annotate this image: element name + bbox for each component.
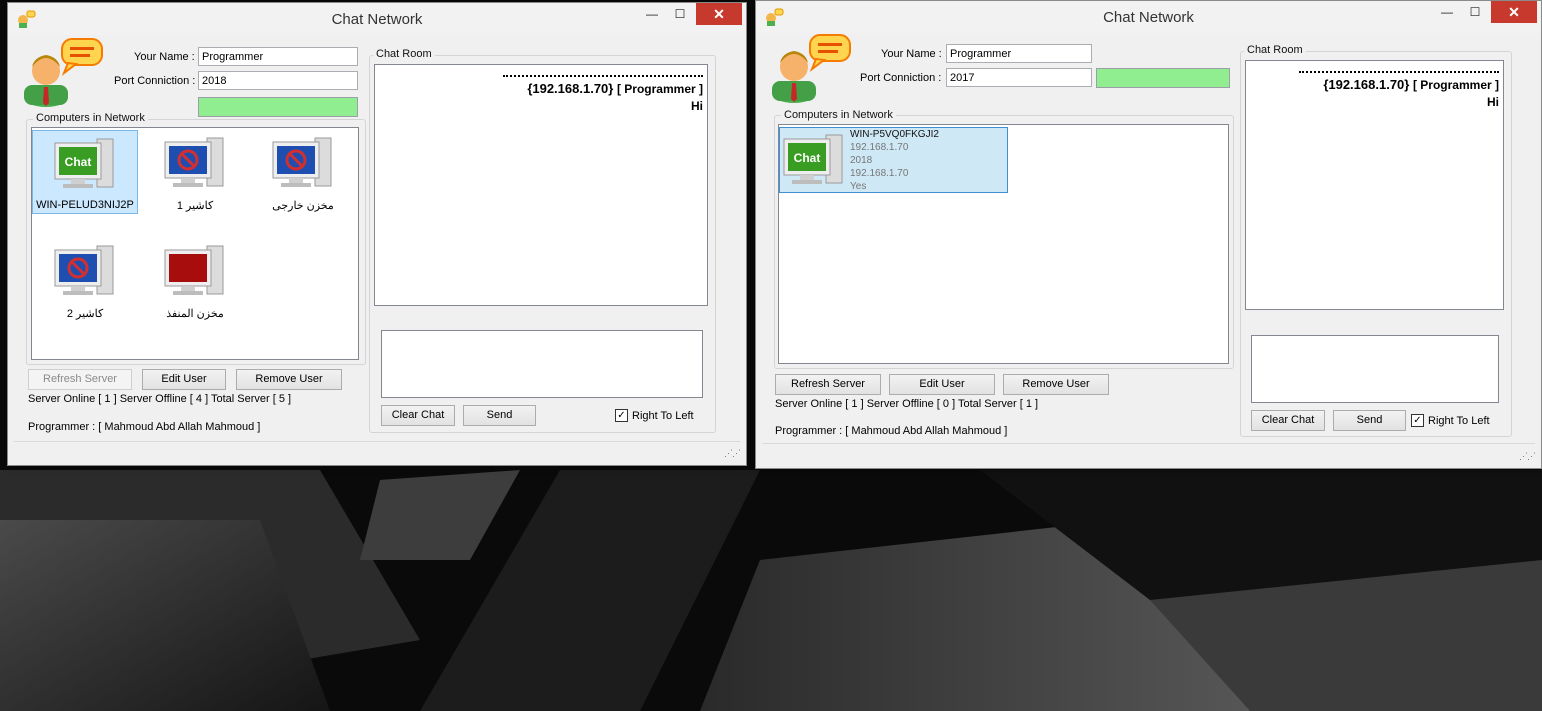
your-name-label: Your Name : xyxy=(881,48,942,60)
close-button[interactable]: ✕ xyxy=(696,3,742,25)
computers-list[interactable]: Chat WIN-PELUD3NIJ2P كاشير 1 مخزن خارجى … xyxy=(31,127,359,360)
window-title: Chat Network xyxy=(1103,9,1194,26)
resize-grip-icon[interactable]: ⋰⋰ xyxy=(1519,451,1536,462)
right-to-left-checkbox[interactable]: ✓ Right To Left xyxy=(615,409,694,422)
svg-text:Chat: Chat xyxy=(65,155,92,169)
chat-monitor-icon: Chat xyxy=(54,138,114,188)
port-input[interactable] xyxy=(946,68,1092,87)
chat-monitor-icon: Chat xyxy=(783,134,843,184)
title-bar[interactable]: Chat Network — ☐ ✕ xyxy=(8,3,746,35)
chat-room-label: Chat Room xyxy=(373,48,435,60)
port-input[interactable] xyxy=(198,71,358,90)
message-input[interactable] xyxy=(1251,335,1499,403)
remove-user-button[interactable]: Remove User xyxy=(236,369,342,390)
your-name-input[interactable] xyxy=(946,44,1092,63)
server-status-text: Server Online [ 1 ] Server Offline [ 0 ]… xyxy=(775,398,1039,410)
chat-sender-ip: {192.168.1.70} xyxy=(1323,77,1410,92)
checkbox-check-icon: ✓ xyxy=(615,409,628,422)
computer-item[interactable]: كاشير 1 xyxy=(142,130,248,214)
blocked-monitor-icon xyxy=(272,137,332,187)
blocked-monitor-icon xyxy=(164,137,224,187)
port-label: Port Conniction : xyxy=(114,75,196,87)
right-to-left-checkbox[interactable]: ✓ Right To Left xyxy=(1411,414,1490,427)
resize-grip-icon[interactable]: ⋰⋰ xyxy=(724,448,741,459)
send-button[interactable]: Send xyxy=(463,405,536,426)
chat-separator xyxy=(1299,71,1499,73)
computer-name: مخزن خارجى xyxy=(272,200,334,212)
computer-name: مخزن المنفذ xyxy=(166,308,224,320)
red-monitor-icon xyxy=(164,245,224,295)
message-input[interactable] xyxy=(381,330,703,398)
chat-separator xyxy=(503,75,703,77)
right-chat-window: Chat Network — ☐ ✕ Your Name : Port Conn… xyxy=(755,0,1542,469)
right-to-left-label: Right To Left xyxy=(632,409,694,422)
computer-details: WIN-P5VQ0FKGJI2 192.168.1.70 2018 192.16… xyxy=(850,128,939,193)
title-bar[interactable]: Chat Network — ☐ ✕ xyxy=(756,1,1541,33)
chat-history[interactable]: {192.168.1.70} [ Programmer ] Hi xyxy=(1245,60,1504,310)
chat-header: {192.168.1.70} [ Programmer ] xyxy=(503,81,703,96)
chat-sender-name: [ Programmer ] xyxy=(1412,78,1499,92)
connection-status-bar xyxy=(1096,68,1230,88)
computer-item[interactable]: Chat WIN-PELUD3NIJ2P xyxy=(32,130,138,214)
right-to-left-label: Right To Left xyxy=(1428,414,1490,427)
programmer-credit: Programmer : [ Mahmoud Abd Allah Mahmoud… xyxy=(775,425,1008,437)
user-avatar-icon xyxy=(772,34,851,103)
send-button[interactable]: Send xyxy=(1333,410,1406,431)
left-chat-window: Chat Network — ☐ ✕ Your Name : Port Conn… xyxy=(7,2,747,466)
computer-item[interactable]: مخزن خارجى xyxy=(250,130,356,214)
computer-tile[interactable]: Chat WIN-P5VQ0FKGJI2 192.168.1.70 2018 1… xyxy=(779,127,1008,193)
computer-name: كاشير 2 xyxy=(66,308,104,320)
chat-entry: {192.168.1.70} [ Programmer ] Hi xyxy=(1299,61,1499,109)
computer-name: كاشير 1 xyxy=(176,200,214,212)
connection-status-bar xyxy=(198,97,358,117)
chat-room-label: Chat Room xyxy=(1244,44,1306,56)
chat-history[interactable]: {192.168.1.70} [ Programmer ] Hi xyxy=(374,64,708,306)
server-status-text: Server Online [ 1 ] Server Offline [ 4 ]… xyxy=(28,393,292,405)
computer-item[interactable]: كاشير 2 xyxy=(32,238,138,322)
your-name-input[interactable] xyxy=(198,47,358,66)
user-avatar-icon xyxy=(24,38,103,107)
edit-user-button[interactable]: Edit User xyxy=(142,369,226,390)
refresh-server-button[interactable]: Refresh Server xyxy=(28,369,132,390)
clear-chat-button[interactable]: Clear Chat xyxy=(381,405,455,426)
computers-group-label: Computers in Network xyxy=(33,112,148,124)
programmer-credit: Programmer : [ Mahmoud Abd Allah Mahmoud… xyxy=(28,421,261,433)
blocked-monitor-icon xyxy=(54,245,114,295)
status-strip-divider xyxy=(14,441,740,442)
refresh-server-button[interactable]: Refresh Server xyxy=(775,374,881,395)
close-button[interactable]: ✕ xyxy=(1491,1,1537,23)
computer-item[interactable]: مخزن المنفذ xyxy=(142,238,248,322)
computer-online: Yes xyxy=(850,181,867,192)
minimize-button[interactable]: — xyxy=(638,3,666,25)
chat-sender-name: [ Programmer ] xyxy=(616,82,703,96)
clear-chat-button[interactable]: Clear Chat xyxy=(1251,410,1325,431)
maximize-button[interactable]: ☐ xyxy=(1461,1,1489,23)
computers-group-label: Computers in Network xyxy=(781,109,896,121)
remove-user-button[interactable]: Remove User xyxy=(1003,374,1109,395)
computer-ip: 192.168.1.70 xyxy=(850,142,909,153)
window-title: Chat Network xyxy=(331,11,423,28)
chat-entry: {192.168.1.70} [ Programmer ] Hi xyxy=(503,65,703,113)
computers-list[interactable]: Chat WIN-P5VQ0FKGJI2 192.168.1.70 2018 1… xyxy=(778,124,1229,364)
edit-user-button[interactable]: Edit User xyxy=(889,374,995,395)
chat-message: Hi xyxy=(1487,95,1499,109)
computer-ip-secondary: 192.168.1.70 xyxy=(850,168,909,179)
chat-sender-ip: {192.168.1.70} xyxy=(527,81,614,96)
checkbox-check-icon: ✓ xyxy=(1411,414,1424,427)
status-strip-divider xyxy=(762,443,1535,444)
computer-name: WIN-P5VQ0FKGJI2 xyxy=(850,129,939,140)
your-name-label: Your Name : xyxy=(134,51,195,63)
svg-text:Chat: Chat xyxy=(794,151,821,165)
chat-message: Hi xyxy=(691,99,703,113)
computer-name: WIN-PELUD3NIJ2P xyxy=(36,199,134,211)
computer-port: 2018 xyxy=(850,155,873,166)
chat-header: {192.168.1.70} [ Programmer ] xyxy=(1299,77,1499,92)
maximize-button[interactable]: ☐ xyxy=(666,3,694,25)
port-label: Port Conniction : xyxy=(860,72,942,84)
minimize-button[interactable]: — xyxy=(1433,1,1461,23)
